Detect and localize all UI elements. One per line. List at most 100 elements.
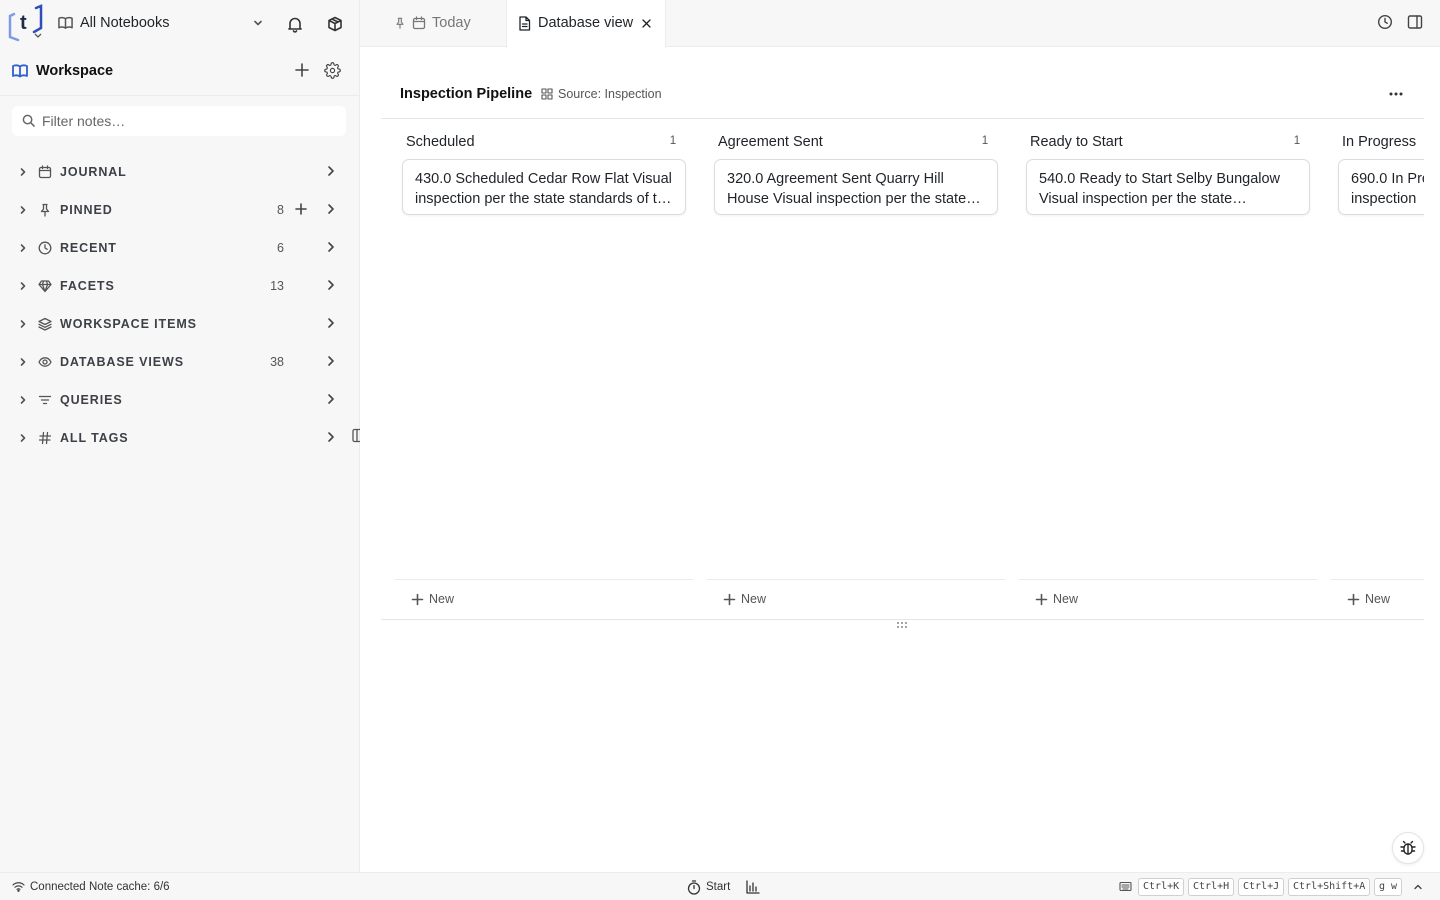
drag-handle-icon[interactable] (896, 621, 908, 629)
section-count: 13 (270, 279, 284, 293)
column-count: 1 (669, 135, 677, 147)
section-label: QUERIES (60, 393, 123, 407)
kanban-column: Agreement Sent 1 320.0 Agreement Sent Qu… (693, 119, 1005, 629)
close-icon[interactable] (641, 18, 652, 29)
chevron-right-icon[interactable] (17, 432, 29, 444)
column-count: 1 (1293, 135, 1301, 147)
filter-notes-input[interactable] (42, 110, 332, 132)
connection-status: Connected (30, 881, 86, 893)
sidebar-section-database-views[interactable]: DATABASE VIEWS 38 (0, 343, 350, 381)
chevron-right-icon[interactable] (324, 316, 338, 330)
new-card-label: New (1053, 592, 1079, 606)
kanban-board: Scheduled 1 430.0 Scheduled Cedar Row Fl… (381, 119, 1424, 629)
shortcut-hint: g w (1374, 878, 1403, 896)
notebook-selector[interactable]: All Notebooks (80, 15, 169, 31)
chevron-right-icon[interactable] (324, 202, 338, 216)
stats-icon[interactable] (746, 880, 760, 894)
chevron-right-icon[interactable] (17, 242, 29, 254)
tab-bar: Today Database view (360, 0, 1440, 48)
filter-box (12, 106, 346, 136)
new-card-button[interactable]: New (411, 592, 454, 606)
sidebar-section-workspace-items[interactable]: WORKSPACE ITEMS (0, 305, 350, 343)
chevron-right-icon[interactable] (324, 164, 338, 178)
chevron-up-icon[interactable] (1412, 881, 1424, 893)
app-logo[interactable]: t (8, 4, 44, 42)
workspace-title[interactable]: Workspace (36, 63, 113, 79)
new-card-button[interactable]: New (1035, 592, 1078, 606)
chevron-right-icon[interactable] (324, 392, 338, 406)
add-icon[interactable] (294, 62, 310, 78)
source-label[interactable]: Source: Inspection (558, 87, 662, 101)
main-content: Inspection Pipeline Source: Inspection S… (360, 48, 1440, 872)
kanban-card[interactable]: 690.0 In Progress Townhouse Visual inspe… (1338, 159, 1424, 215)
calendar-icon (412, 16, 426, 30)
new-card-label: New (429, 592, 455, 606)
diamond-icon (38, 279, 52, 293)
chevron-right-icon[interactable] (17, 356, 29, 368)
section-count: 38 (270, 355, 284, 369)
document-icon (518, 16, 531, 31)
card-title: 690.0 In Progress Townhouse Visual inspe… (1351, 171, 1424, 207)
chevron-right-icon[interactable] (17, 318, 29, 330)
chevron-right-icon[interactable] (17, 280, 29, 292)
add-icon (723, 593, 736, 605)
chevron-right-icon[interactable] (324, 354, 338, 368)
right-panel-icon[interactable] (1407, 14, 1423, 30)
kanban-card[interactable]: 320.0 Agreement Sent Quarry Hill House V… (714, 159, 998, 215)
bug-icon[interactable] (1392, 832, 1424, 864)
add-icon[interactable] (294, 202, 308, 216)
chevron-right-icon[interactable] (324, 278, 338, 292)
tab-database-view[interactable]: Database view (506, 0, 666, 48)
column-count: 1 (981, 135, 989, 147)
wifi-icon (12, 881, 25, 892)
layers-icon (38, 317, 52, 331)
new-card-button[interactable]: New (723, 592, 766, 606)
column-title: Agreement Sent (718, 134, 823, 150)
sidebar-section-recent[interactable]: RECENT 6 (0, 229, 350, 267)
gear-icon[interactable] (324, 62, 341, 79)
section-label: JOURNAL (60, 165, 127, 179)
history-icon[interactable] (1377, 14, 1393, 30)
bell-icon[interactable] (285, 14, 305, 34)
shortcut-hint: Ctrl+K (1138, 878, 1185, 896)
pin-icon (38, 203, 52, 217)
column-footer: New (1331, 579, 1424, 619)
sidebar-section-queries[interactable]: QUERIES (0, 381, 350, 419)
chevron-down-icon[interactable] (252, 17, 264, 29)
tab-today[interactable]: Today (380, 0, 505, 47)
column-title: In Progress (1342, 134, 1417, 150)
sidebar-section-facets[interactable]: FACETS 13 (0, 267, 350, 305)
sidebar-section-pinned[interactable]: PINNED 8 (0, 191, 350, 229)
chevron-right-icon[interactable] (17, 166, 29, 178)
kanban-column: Scheduled 1 430.0 Scheduled Cedar Row Fl… (381, 119, 693, 629)
note-cache-status: Note cache: 6/6 (89, 881, 170, 893)
new-card-button[interactable]: New (1347, 592, 1390, 606)
card-title: 540.0 Ready to Start Selby Bungalow Visu… (1039, 171, 1281, 207)
tab-label: Today (432, 15, 471, 31)
kanban-card[interactable]: 540.0 Ready to Start Selby Bungalow Visu… (1026, 159, 1310, 215)
card-title: 320.0 Agreement Sent Quarry Hill House V… (727, 171, 967, 207)
chevron-right-icon[interactable] (17, 394, 29, 406)
new-card-label: New (741, 592, 767, 606)
timer-start-button[interactable]: Start (706, 881, 730, 893)
timer-icon[interactable] (687, 880, 701, 895)
chevron-right-icon[interactable] (17, 204, 29, 216)
add-icon (1035, 593, 1048, 605)
shortcut-hint: Ctrl+H (1188, 878, 1235, 896)
calendar-icon (38, 165, 52, 179)
section-label: FACETS (60, 279, 115, 293)
kanban-column: In Progress 690.0 In Progress Townhouse … (1317, 119, 1424, 629)
section-label: RECENT (60, 241, 117, 255)
sidebar-section-all-tags[interactable]: ALL TAGS (0, 419, 350, 457)
more-options-icon[interactable] (1386, 84, 1406, 104)
card-title: 430.0 Scheduled Cedar Row Flat Visual in… (415, 171, 673, 207)
chevron-right-icon[interactable] (324, 430, 338, 444)
package-icon[interactable] (325, 14, 345, 34)
sidebar-section-journal[interactable]: JOURNAL (0, 153, 350, 191)
new-card-label: New (1365, 592, 1391, 606)
eye-icon (38, 355, 52, 369)
book-open-icon (12, 64, 28, 78)
kanban-card[interactable]: 430.0 Scheduled Cedar Row Flat Visual in… (402, 159, 686, 215)
column-footer: New (395, 579, 693, 619)
chevron-right-icon[interactable] (324, 240, 338, 254)
